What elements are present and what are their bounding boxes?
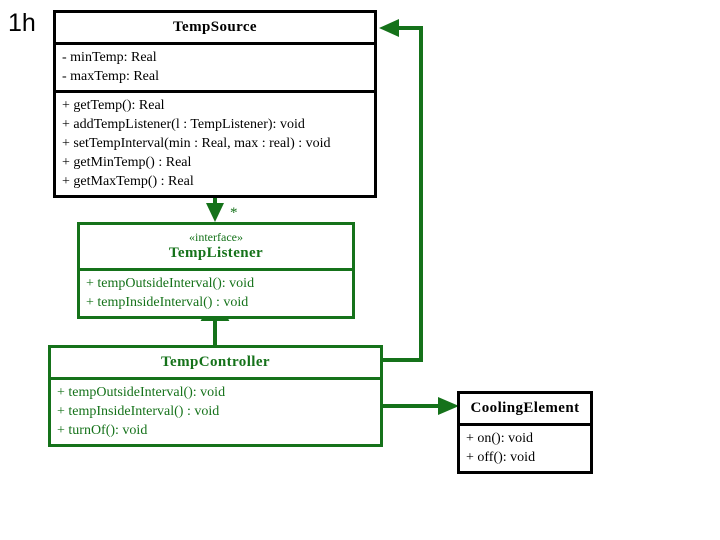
class-operation: + turnOf(): void: [57, 423, 148, 438]
class-name-temp-controller: TempController: [161, 354, 270, 370]
class-name-compartment-cooling-element: CoolingElement: [460, 394, 590, 423]
class-stereotype-temp-listener: «interface»: [189, 230, 243, 244]
class-operation: + tempInsideInterval() : void: [86, 295, 249, 310]
class-operation: + getMinTemp() : Real: [62, 155, 192, 170]
class-operation: + addTempListener(l : TempListener): voi…: [62, 117, 305, 132]
class-operation: + getMaxTemp() : Real: [62, 174, 194, 189]
class-operation: + tempInsideInterval() : void: [57, 404, 220, 419]
class-operation: + getTemp(): Real: [62, 98, 165, 113]
class-name-cooling-element: CoolingElement: [470, 400, 580, 416]
class-attribute: - maxTemp: Real: [62, 69, 159, 84]
class-name-compartment-temp-listener: «interface» TempListener: [80, 225, 352, 268]
class-operation: + setTempInterval(min : Real, max : real…: [62, 136, 331, 151]
class-operations-compartment-cooling-element: + on(): void + off(): void: [460, 423, 590, 471]
class-name-temp-source: TempSource: [172, 19, 257, 35]
class-operation: + off(): void: [466, 450, 536, 465]
class-name-temp-listener: TempListener: [168, 245, 264, 261]
class-operation: + on(): void: [466, 431, 533, 446]
diagram-canvas: 1h * TempSource - minTemp: Real - maxTem…: [0, 0, 720, 540]
slide-label: 1h: [8, 9, 36, 37]
class-operations-compartment-temp-listener: + tempOutsideInterval(): void + tempInsi…: [80, 268, 352, 316]
class-box-cooling-element[interactable]: CoolingElement + on(): void + off(): voi…: [457, 391, 593, 474]
class-operations-compartment-temp-source: + getTemp(): Real + addTempListener(l : …: [56, 90, 374, 195]
class-operations-compartment-temp-controller: + tempOutsideInterval(): void + tempInsi…: [51, 377, 380, 444]
class-operation: + tempOutsideInterval(): void: [57, 385, 226, 400]
class-box-temp-controller[interactable]: TempController + tempOutsideInterval(): …: [48, 345, 383, 447]
multiplicity-label-source-to-listener: *: [230, 205, 238, 221]
connector-controller-to-source: [379, 19, 423, 362]
class-name-compartment-temp-controller: TempController: [51, 348, 380, 377]
class-box-temp-listener[interactable]: «interface» TempListener + tempOutsideIn…: [77, 222, 355, 319]
class-attributes-compartment-temp-source: - minTemp: Real - maxTemp: Real: [56, 42, 374, 90]
class-attribute: - minTemp: Real: [62, 50, 157, 65]
class-box-temp-source[interactable]: TempSource - minTemp: Real - maxTemp: Re…: [53, 10, 377, 198]
class-operation: + tempOutsideInterval(): void: [86, 276, 255, 291]
connector-controller-to-cooling: [383, 397, 459, 415]
class-name-compartment-temp-source: TempSource: [56, 13, 374, 42]
